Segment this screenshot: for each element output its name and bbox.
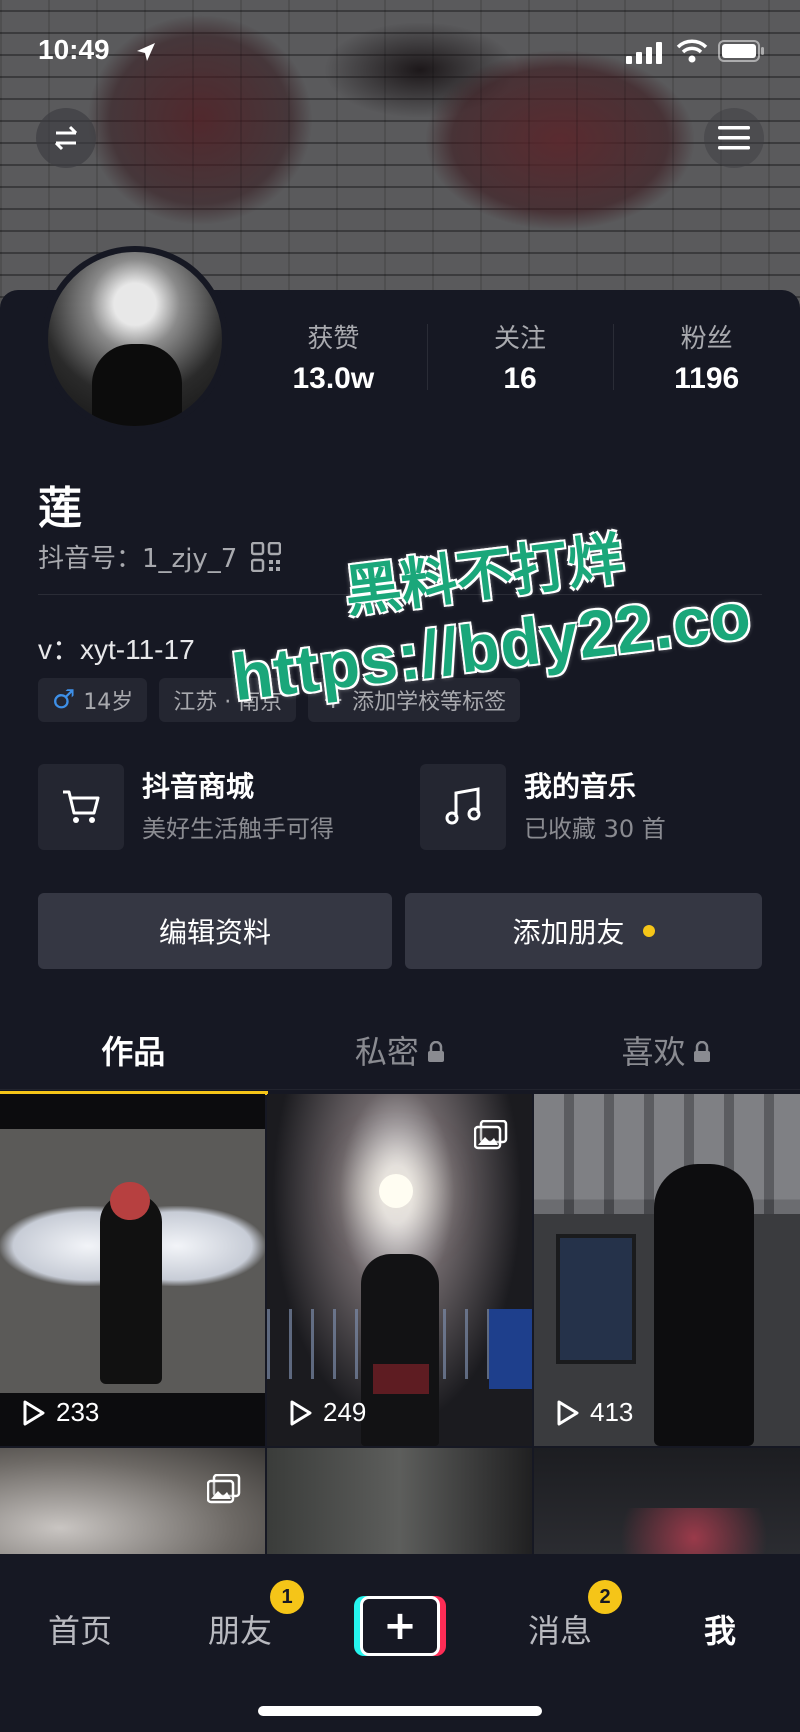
- stat-label: 关注: [494, 324, 547, 354]
- male-icon: ♂: [52, 685, 76, 715]
- profile-stats: 获赞 13.0w 关注 16 粉丝 1196: [240, 320, 800, 410]
- play-count-value: 413: [590, 1397, 634, 1427]
- service-subtitle: 已收藏 30 首: [524, 815, 666, 843]
- service-subtitle: 美好生活触手可得: [142, 815, 334, 843]
- lock-icon: [427, 1040, 444, 1062]
- cart-icon: [38, 764, 124, 850]
- qr-code-icon[interactable]: [251, 541, 282, 572]
- switch-account-button[interactable]: [36, 108, 96, 168]
- bottom-nav: 首页 朋友 1 + 消息 2 我: [0, 1554, 800, 1732]
- nav-me[interactable]: 我: [670, 1606, 770, 1652]
- hamburger-icon: [718, 126, 750, 150]
- stat-label: 获赞: [307, 324, 360, 354]
- play-count: 413: [556, 1397, 633, 1428]
- music-note-icon: [420, 764, 506, 850]
- douyin-id: 抖音号：1_zjy_7: [38, 544, 238, 574]
- messages-badge: 2: [588, 1580, 622, 1614]
- tab-label: 作品: [101, 1032, 166, 1071]
- nav-friends[interactable]: 朋友: [190, 1606, 290, 1652]
- avatar[interactable]: [42, 246, 228, 432]
- image-set-icon: [474, 1120, 508, 1150]
- play-count: 249: [289, 1397, 366, 1428]
- nav-messages[interactable]: 消息: [510, 1606, 610, 1652]
- play-icon: [23, 1400, 45, 1425]
- bio: v：xyt-11-17: [38, 634, 195, 665]
- tab-label: 喜欢: [621, 1032, 686, 1071]
- status-bar: 10:49: [0, 30, 800, 70]
- nav-home[interactable]: 首页: [30, 1606, 130, 1652]
- edit-profile-button[interactable]: 编辑资料: [38, 893, 392, 969]
- stat-label: 粉丝: [680, 324, 733, 354]
- play-count-value: 249: [323, 1397, 367, 1427]
- stat-likes[interactable]: 获赞 13.0w: [240, 320, 427, 410]
- play-icon: [557, 1400, 579, 1425]
- my-music-entry[interactable]: 我的音乐 已收藏 30 首: [420, 764, 666, 850]
- play-icon: [290, 1400, 312, 1425]
- video-thumbnail[interactable]: 233: [0, 1094, 265, 1446]
- add-friend-button[interactable]: 添加朋友: [405, 893, 762, 969]
- plus-icon: +: [360, 1596, 440, 1656]
- stat-following[interactable]: 关注 16: [426, 320, 614, 410]
- menu-button[interactable]: [704, 108, 764, 168]
- tab-likes[interactable]: 喜欢: [533, 1014, 800, 1089]
- video-thumbnail[interactable]: [0, 1448, 265, 1554]
- cellular-signal-icon: [626, 42, 662, 64]
- age-tag[interactable]: ♂ 14岁: [38, 678, 148, 722]
- stat-value: 1196: [674, 362, 740, 395]
- tab-works[interactable]: 作品: [0, 1014, 268, 1095]
- video-thumbnail[interactable]: [534, 1448, 800, 1554]
- tab-private[interactable]: 私密: [267, 1014, 534, 1089]
- douyin-mall-entry[interactable]: 抖音商城 美好生活触手可得: [38, 764, 334, 850]
- stat-value: 16: [503, 362, 537, 395]
- lock-icon: [694, 1040, 711, 1062]
- content-tabs: 作品 私密 喜欢: [0, 1014, 800, 1095]
- home-indicator: [258, 1706, 542, 1716]
- tab-label: 私密: [354, 1032, 419, 1071]
- battery-icon: [718, 40, 764, 62]
- age-label: 14岁: [83, 690, 134, 715]
- location-arrow-icon: [137, 43, 155, 61]
- nickname: 莲: [38, 483, 82, 534]
- wifi-icon: [676, 39, 708, 63]
- stat-followers[interactable]: 粉丝 1196: [613, 320, 800, 410]
- swap-arrows-icon: [54, 125, 78, 151]
- video-thumbnail[interactable]: 249: [267, 1094, 532, 1446]
- service-title: 我的音乐: [524, 770, 637, 803]
- notification-dot: [642, 925, 655, 937]
- play-count-value: 233: [56, 1397, 100, 1427]
- edit-profile-label: 编辑资料: [158, 916, 271, 949]
- status-time: 10:49: [38, 34, 110, 65]
- video-thumbnail[interactable]: [267, 1448, 532, 1554]
- image-set-icon: [207, 1474, 241, 1504]
- play-count: 233: [22, 1397, 99, 1428]
- stat-value: 13.0w: [292, 362, 375, 395]
- friends-badge: 1: [270, 1580, 304, 1614]
- add-friend-label: 添加朋友: [512, 916, 625, 949]
- video-thumbnail[interactable]: 413: [534, 1094, 800, 1446]
- create-button[interactable]: +: [354, 1596, 446, 1656]
- avatar-image: [48, 252, 222, 426]
- douyin-id-row[interactable]: 抖音号：1_zjy_7: [38, 538, 282, 575]
- service-title: 抖音商城: [142, 770, 255, 803]
- video-grid: 233 249 413: [0, 1094, 800, 1554]
